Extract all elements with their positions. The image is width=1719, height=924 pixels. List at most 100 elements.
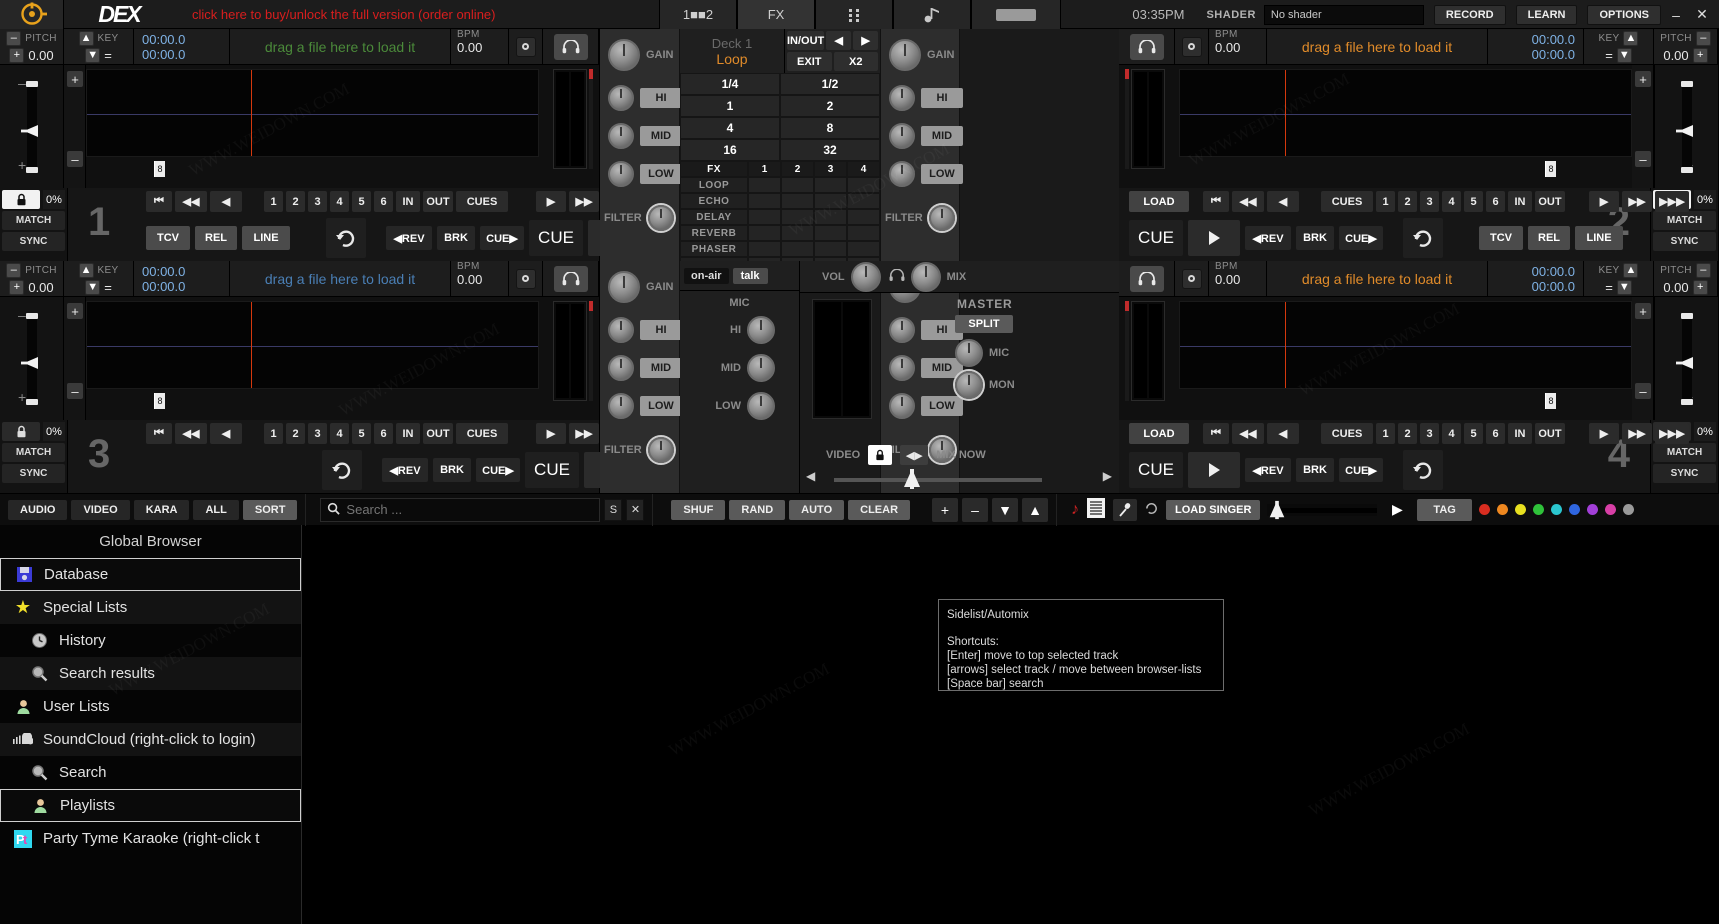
key-down-button[interactable]: ▼ <box>85 47 101 63</box>
fx-cell[interactable] <box>847 225 880 241</box>
hotcue-4-button[interactable]: 4 <box>330 423 349 444</box>
shuffle-button[interactable]: SHUF <box>671 499 726 520</box>
low-knob-deck-1[interactable] <box>608 161 634 187</box>
pitch-range-value[interactable]: 0% <box>43 190 65 209</box>
sidebar-item-playlists[interactable]: Playlists <box>0 789 301 822</box>
master-mon-knob[interactable] <box>955 371 983 399</box>
deck-4-volume-fader[interactable]: – + <box>1654 297 1718 420</box>
loop-in-button[interactable]: IN <box>396 423 420 444</box>
fx-cell[interactable] <box>814 209 847 225</box>
video-lock-icon[interactable] <box>868 445 893 465</box>
fx-cell[interactable] <box>847 177 880 193</box>
cue-button[interactable]: CUE <box>1129 452 1183 488</box>
on-air-button[interactable]: on-air <box>684 267 729 284</box>
filter-kara-button[interactable]: KARA <box>133 499 190 520</box>
hotcue-3-button[interactable]: 3 <box>1420 191 1439 212</box>
fx-row-reverb[interactable]: REVERB <box>680 225 748 241</box>
waveform-zoom-in-button[interactable]: + <box>67 303 83 319</box>
loop-out-button[interactable]: OUT <box>423 423 453 444</box>
line-button[interactable]: LINE <box>1575 226 1623 250</box>
search-s-button[interactable]: S <box>604 498 623 521</box>
color-tag-pink[interactable] <box>1604 504 1616 515</box>
reverse-button[interactable]: ◀REV <box>382 458 428 482</box>
sort-button[interactable]: SORT <box>242 499 298 520</box>
hotcue-4-button[interactable]: 4 <box>1442 423 1461 444</box>
sync-button[interactable]: SYNC <box>2 464 65 483</box>
fx-slot-2-header[interactable]: 2 <box>781 161 814 177</box>
brake-button[interactable]: BRK <box>1296 458 1334 482</box>
headphone-icon[interactable] <box>1129 265 1164 292</box>
cue-button[interactable]: CUE <box>1129 220 1183 256</box>
hotcue-2-button[interactable]: 2 <box>286 191 305 212</box>
beat-marker[interactable]: 8 <box>154 161 165 177</box>
filter-knob-deck-1[interactable] <box>647 205 674 231</box>
loop-size-2-button[interactable]: 2 <box>780 95 880 117</box>
loop-prev-button[interactable]: ◀ <box>826 31 852 50</box>
key-up-button[interactable]: ▲ <box>1623 30 1639 46</box>
hotcue-6-button[interactable]: 6 <box>1486 423 1505 444</box>
key-up-button[interactable]: ▲ <box>1623 262 1639 278</box>
tag-button[interactable]: TAG <box>1417 498 1472 521</box>
bpm-tap-button[interactable] <box>1181 36 1202 57</box>
pitch-minus-button[interactable]: – <box>6 30 22 46</box>
loop-in-button[interactable]: IN <box>1508 423 1532 444</box>
waveform-zoom-in-button[interactable]: + <box>1635 303 1651 319</box>
fx-row-phaser[interactable]: PHASER <box>680 241 748 257</box>
rel-button[interactable]: REL <box>1528 226 1570 250</box>
loop-size-1-2-button[interactable]: 1/2 <box>780 73 880 95</box>
loop-in-button[interactable]: IN <box>1508 191 1532 212</box>
fx-cell[interactable] <box>781 225 814 241</box>
cues-button[interactable]: CUES <box>1321 191 1373 212</box>
hotcue-4-button[interactable]: 4 <box>330 191 349 212</box>
sync-button[interactable]: SYNC <box>1653 232 1716 251</box>
video-crossfade-button[interactable]: ◀▶ <box>900 445 929 465</box>
gain-knob-deck-2[interactable] <box>889 39 921 71</box>
hotcue-1-button[interactable]: 1 <box>264 191 283 212</box>
crossfader-left-arrow[interactable]: ◀ <box>806 469 815 483</box>
step-back-button[interactable]: ◀ <box>210 191 242 212</box>
step-back-button[interactable]: ◀ <box>1267 423 1299 444</box>
buy-unlock-link[interactable]: click here to buy/unlock the full versio… <box>192 7 495 22</box>
hotcue-6-button[interactable]: 6 <box>374 191 393 212</box>
cues-button[interactable]: CUES <box>456 191 508 212</box>
key-up-button[interactable]: ▲ <box>78 30 94 46</box>
key-down-button[interactable]: ▼ <box>1616 279 1632 295</box>
sidelist-up-button[interactable]: ▲ <box>1022 497 1049 522</box>
rewind-button[interactable]: ◀◀ <box>175 423 207 444</box>
fx-cell[interactable] <box>781 177 814 193</box>
karaoke-slider[interactable] <box>1267 500 1378 519</box>
options-button[interactable]: OPTIONS <box>1587 4 1661 25</box>
key-up-button[interactable]: ▲ <box>78 262 94 278</box>
cues-button[interactable]: CUES <box>456 423 508 444</box>
random-button[interactable]: RAND <box>729 499 786 520</box>
reverse-button[interactable]: ◀REV <box>1245 226 1291 250</box>
loop-size-1-4-button[interactable]: 1/4 <box>680 73 780 95</box>
fx-row-delay[interactable]: DELAY <box>680 209 748 225</box>
play-button[interactable] <box>1188 220 1240 256</box>
shader-select[interactable]: No shader <box>1263 4 1424 25</box>
play-small-button[interactable]: ▶ <box>536 423 566 444</box>
auto-button[interactable]: AUTO <box>789 499 845 520</box>
deck-4-dropzone[interactable]: drag a file here to load it <box>1267 260 1488 297</box>
color-tag-gray[interactable] <box>1622 504 1634 515</box>
hi-knob-deck-2[interactable] <box>889 85 915 111</box>
color-tag-purple[interactable] <box>1586 504 1598 515</box>
fx-cell[interactable] <box>781 193 814 209</box>
waveform-display[interactable] <box>86 69 539 157</box>
hotcue-3-button[interactable]: 3 <box>308 191 327 212</box>
play-button[interactable] <box>1188 452 1240 488</box>
loop-size-8-button[interactable]: 8 <box>780 117 880 139</box>
hotcue-6-button[interactable]: 6 <box>374 423 393 444</box>
loop-out-button[interactable]: OUT <box>423 191 453 212</box>
loop-in-button[interactable]: IN <box>396 191 420 212</box>
hotcue-5-button[interactable]: 5 <box>1464 423 1483 444</box>
sidebar-item-soundcloud[interactable]: SoundCloud (right-click to login) <box>0 723 301 756</box>
waveform-display[interactable] <box>86 301 539 389</box>
deck-1-dropzone[interactable]: drag a file here to load it <box>230 28 451 65</box>
sidelist-remove-button[interactable]: – <box>962 497 989 522</box>
pitch-plus-button[interactable]: + <box>9 47 25 63</box>
loop-icon-button[interactable] <box>1403 450 1443 490</box>
tcv-button[interactable]: TCV <box>1479 226 1523 250</box>
loop-size-1-button[interactable]: 1 <box>680 95 780 117</box>
sidebar-item-search-results[interactable]: Search results <box>0 657 301 690</box>
